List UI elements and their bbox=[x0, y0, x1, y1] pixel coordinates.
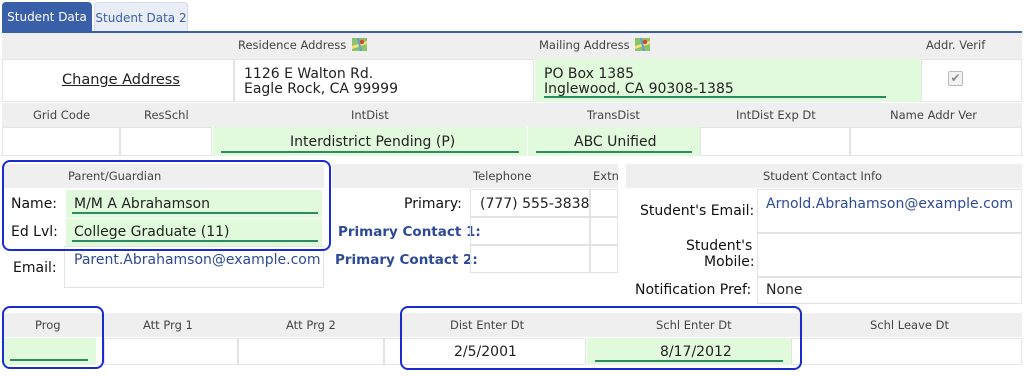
att-prg1-header: Att Prg 1 bbox=[143, 318, 193, 332]
student-email-label: Student's Email: bbox=[640, 203, 755, 219]
mailing-line2: Inglewood, CA 90308-1385 bbox=[544, 81, 734, 97]
grid-code-cell[interactable] bbox=[2, 127, 120, 156]
extn-header: Extn bbox=[593, 169, 619, 183]
trans-dist-header: TransDist bbox=[587, 108, 640, 122]
telephone-header: Telephone bbox=[473, 169, 532, 183]
int-dist-exp-dt-cell[interactable] bbox=[700, 127, 850, 156]
notification-pref-value: None bbox=[766, 282, 803, 298]
annotation-outline-parent bbox=[2, 160, 331, 251]
annotation-outline-dates bbox=[400, 306, 802, 370]
primary-contact1-label[interactable]: Primary Contact 1: bbox=[338, 224, 481, 240]
mailing-underline bbox=[544, 96, 886, 98]
int-dist-underline bbox=[221, 151, 519, 153]
schl-leave-dt-cell[interactable] bbox=[791, 338, 1022, 365]
telephone-header-row: Telephone Extn bbox=[332, 164, 619, 188]
student-mobile-label-2: Mobile: bbox=[704, 254, 755, 270]
int-dist-value: Interdistrict Pending (P) bbox=[290, 134, 456, 150]
att-prg2-cell[interactable] bbox=[238, 338, 384, 365]
primary-contact1-cell[interactable] bbox=[470, 217, 590, 245]
contact-header-row: Student Contact Info bbox=[626, 164, 1022, 188]
trans-dist-value: ABC Unified bbox=[574, 134, 657, 150]
student-email-link[interactable]: Arnold.Abrahamson@example.com bbox=[766, 196, 1013, 212]
residence-address-header: Residence Address bbox=[238, 33, 367, 57]
name-addr-ver-header: Name Addr Ver bbox=[890, 108, 978, 122]
tab-student-data-1[interactable]: Student Data 1 bbox=[2, 2, 92, 54]
res-schl-header: ResSchl bbox=[144, 108, 189, 122]
annotation-outline-prog bbox=[2, 306, 104, 369]
primary-phone-label: Primary: bbox=[404, 196, 462, 212]
residence-line1: 1126 E Walton Rd. bbox=[244, 66, 374, 82]
change-address-link[interactable]: Change Address bbox=[62, 72, 180, 88]
addr-verif-cell bbox=[921, 59, 1022, 102]
primary-contact2-cell[interactable] bbox=[470, 245, 590, 273]
mailing-line1: PO Box 1385 bbox=[544, 66, 635, 82]
int-dist-exp-dt-header: IntDist Exp Dt bbox=[736, 108, 816, 122]
parent-email-label: Email: bbox=[13, 260, 57, 276]
residence-line2: Eagle Rock, CA 99999 bbox=[244, 81, 398, 97]
grid-header-row: Grid Code ResSchl IntDist TransDist IntD… bbox=[2, 103, 1022, 127]
att-prg2-header: Att Prg 2 bbox=[286, 318, 336, 332]
res-schl-cell[interactable] bbox=[120, 127, 212, 156]
map-icon[interactable] bbox=[351, 38, 367, 51]
name-addr-ver-cell[interactable] bbox=[850, 127, 1022, 156]
address-header-row: Residence Address Mailing Address Addr. … bbox=[2, 33, 1022, 59]
mailing-address-header: Mailing Address bbox=[539, 33, 651, 57]
addr-verif-checkbox[interactable]: ✔ bbox=[948, 71, 963, 86]
primary-phone-value: (777) 555-3838 bbox=[480, 196, 590, 212]
grid-code-header: Grid Code bbox=[33, 108, 91, 122]
student-mobile-label-1: Student's bbox=[686, 238, 753, 254]
primary-contact2-extn-cell[interactable] bbox=[590, 245, 618, 273]
tab-student-data-2[interactable]: Student Data 2 bbox=[94, 2, 188, 32]
trans-dist-underline bbox=[536, 151, 692, 153]
primary-contact1-extn-cell[interactable] bbox=[590, 217, 618, 245]
student-contact-info-header: Student Contact Info bbox=[763, 169, 883, 183]
parent-email-link[interactable]: Parent.Abrahamson@example.com bbox=[74, 252, 321, 268]
primary-extn-cell[interactable] bbox=[590, 189, 618, 217]
att-prg1-cell[interactable] bbox=[104, 338, 238, 365]
notification-pref-label: Notification Pref: bbox=[635, 282, 752, 298]
student-mobile-cell[interactable] bbox=[757, 233, 1022, 277]
schl-leave-dt-header: Schl Leave Dt bbox=[870, 318, 949, 332]
map-icon[interactable] bbox=[635, 38, 651, 51]
addr-verif-header: Addr. Verif bbox=[926, 38, 986, 52]
primary-contact2-label[interactable]: Primary Contact 2: bbox=[335, 252, 478, 268]
int-dist-header: IntDist bbox=[351, 108, 389, 122]
